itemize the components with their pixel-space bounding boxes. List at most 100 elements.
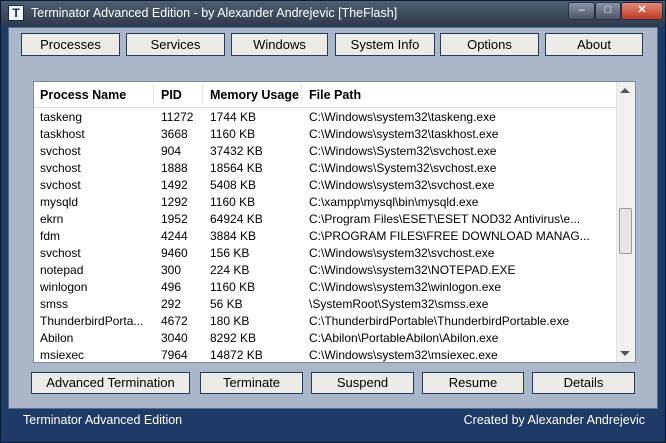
- col-header-pid[interactable]: PID: [161, 88, 182, 102]
- cell-file-path: C:\Windows\system32\svchost.exe: [309, 178, 495, 192]
- process-list[interactable]: Process Name PID Memory Usage File Path …: [33, 81, 636, 363]
- cell-memory: 1744 KB: [210, 110, 257, 124]
- cell-pid: 904: [161, 144, 182, 158]
- cell-pid: 9460: [161, 246, 188, 260]
- tab-options[interactable]: Options: [440, 33, 539, 56]
- cell-process-name: notepad: [40, 263, 84, 277]
- title-bar[interactable]: T Terminator Advanced Edition - by Alexa…: [1, 1, 665, 26]
- cell-memory: 18564 KB: [210, 161, 263, 175]
- cell-process-name: msiexec: [40, 348, 85, 362]
- table-row[interactable]: svchost 904 37432 KB C:\Windows\System32\sv…: [34, 143, 617, 160]
- table-row[interactable]: taskeng 11272 1744 KB C:\Windows\system32\t…: [34, 109, 617, 126]
- tab-processes[interactable]: Processes: [21, 33, 120, 56]
- cell-process-name: svchost: [40, 144, 81, 158]
- status-app-name: Terminator Advanced Edition: [23, 413, 183, 427]
- tab-about[interactable]: About: [545, 33, 643, 56]
- table-row[interactable]: ThunderbirdPorta... 4672 180 KB C:\Thunderb…: [34, 313, 617, 330]
- col-header-process-name[interactable]: Process Name: [40, 88, 126, 102]
- cell-file-path: C:\Windows\system32\NOTEPAD.EXE: [309, 263, 516, 277]
- cell-pid: 11272: [161, 110, 194, 124]
- cell-process-name: Abilon: [40, 331, 74, 345]
- scroll-thumb[interactable]: [619, 208, 632, 254]
- cell-memory: 64924 KB: [210, 212, 263, 226]
- cell-file-path: C:\Program Files\ESET\ESET NOD32 Antivir…: [309, 212, 581, 226]
- cell-process-name: taskeng: [40, 110, 83, 124]
- table-row[interactable]: taskhost 3668 1160 KB C:\Windows\system32\t…: [34, 126, 617, 143]
- suspend-button[interactable]: Suspend: [311, 372, 414, 394]
- cell-pid: 3040: [161, 331, 188, 345]
- col-header-file-path[interactable]: File Path: [309, 88, 361, 102]
- cell-file-path: C:\Windows\system32\winlogon.exe: [309, 280, 502, 294]
- cell-pid: 292: [161, 297, 182, 311]
- cell-pid: 1888: [161, 161, 188, 175]
- cell-pid: 3668: [161, 127, 188, 141]
- cell-memory: 14872 KB: [210, 348, 263, 362]
- table-row[interactable]: ekrn 1952 64924 KB C:\Program Files\ESET\ES…: [34, 211, 617, 228]
- cell-memory: 3884 KB: [210, 229, 257, 243]
- vertical-scrollbar[interactable]: [616, 82, 635, 362]
- minimize-button[interactable]: –: [568, 2, 595, 20]
- table-row[interactable]: svchost 9460 156 KB C:\Windows\system32\svc…: [34, 245, 617, 262]
- close-button[interactable]: ✕: [621, 2, 663, 20]
- table-row[interactable]: mysqld 1292 1160 KB C:\xampp\mysql\bin\mysq…: [34, 194, 617, 211]
- cell-memory: 1160 KB: [210, 280, 256, 294]
- table-row[interactable]: notepad 300 224 KB C:\Windows\system32\NOTE…: [34, 262, 617, 279]
- cell-process-name: ThunderbirdPorta...: [40, 314, 144, 328]
- cell-file-path: C:\Windows\system32\msiexec.exe: [309, 348, 498, 362]
- cell-process-name: svchost: [40, 246, 81, 260]
- cell-memory: 1160 KB: [210, 127, 256, 141]
- cell-file-path: C:\PROGRAM FILES\FREE DOWNLOAD MANAG...: [309, 229, 590, 243]
- table-row[interactable]: smss 292 56 KB \SystemRoot\System32\smss.ex…: [34, 296, 617, 313]
- cell-file-path: C:\xampp\mysql\bin\mysqld.exe: [309, 195, 479, 209]
- details-button[interactable]: Details: [532, 372, 635, 394]
- cell-memory: 156 KB: [210, 246, 250, 260]
- cell-file-path: C:\Abilon\PortableAbilon\Abilon.exe: [309, 331, 499, 345]
- cell-file-path: C:\ThunderbirdPortable\ThunderbirdPortab…: [309, 314, 570, 328]
- cell-pid: 1952: [161, 212, 188, 226]
- cell-file-path: C:\Windows\system32\taskhost.exe: [309, 127, 499, 141]
- cell-process-name: fdm: [40, 229, 61, 243]
- cell-process-name: svchost: [40, 178, 81, 192]
- table-row[interactable]: svchost 1888 18564 KB C:\Windows\System32\s…: [34, 160, 617, 177]
- cell-process-name: smss: [40, 297, 68, 311]
- cell-memory: 224 KB: [210, 263, 250, 277]
- app-icon: T: [8, 5, 24, 21]
- tab-windows[interactable]: Windows: [231, 33, 328, 56]
- terminate-button[interactable]: Terminate: [200, 372, 303, 394]
- cell-memory: 37432 KB: [210, 144, 263, 158]
- tab-system-info[interactable]: System Info: [335, 33, 435, 56]
- cell-pid: 4244: [161, 229, 188, 243]
- list-header: Process Name PID Memory Usage File Path: [34, 82, 617, 108]
- cell-process-name: winlogon: [40, 280, 88, 294]
- table-row[interactable]: winlogon 496 1160 KB C:\Windows\system32\wi…: [34, 279, 617, 296]
- cell-file-path: C:\Windows\system32\svchost.exe: [309, 246, 495, 260]
- cell-file-path: C:\Windows\System32\svchost.exe: [309, 144, 497, 158]
- table-row[interactable]: fdm 4244 3884 KB C:\PROGRAM FILES\FREE DOWN…: [34, 228, 617, 245]
- cell-process-name: taskhost: [40, 127, 85, 141]
- cell-memory: 8292 KB: [210, 331, 257, 345]
- cell-process-name: ekrn: [40, 212, 64, 226]
- resume-button[interactable]: Resume: [422, 372, 524, 394]
- col-header-memory-usage[interactable]: Memory Usage: [210, 88, 299, 102]
- cell-memory: 5408 KB: [210, 178, 257, 192]
- cell-memory: 180 KB: [210, 314, 250, 328]
- cell-memory: 1160 KB: [210, 195, 256, 209]
- cell-file-path: C:\Windows\System32\svchost.exe: [309, 161, 497, 175]
- maximize-button[interactable]: □: [595, 2, 621, 20]
- table-row[interactable]: msiexec 7964 14872 KB C:\Windows\system32\m…: [34, 347, 617, 362]
- cell-pid: 300: [161, 263, 182, 277]
- status-credit: Created by Alexander Andrejevic: [463, 413, 645, 427]
- cell-process-name: mysqld: [40, 195, 79, 209]
- scroll-down-icon[interactable]: [620, 351, 630, 356]
- app-window: T Terminator Advanced Edition - by Alexa…: [0, 0, 666, 443]
- table-row[interactable]: svchost 1492 5408 KB C:\Windows\system32\sv…: [34, 177, 617, 194]
- cell-pid: 4672: [161, 314, 188, 328]
- window-title: Terminator Advanced Edition - by Alexand…: [31, 6, 398, 20]
- scroll-up-icon[interactable]: [620, 88, 630, 93]
- advanced-termination-button[interactable]: Advanced Termination: [31, 372, 190, 394]
- cell-pid: 1292: [161, 195, 188, 209]
- cell-file-path: C:\Windows\system32\taskeng.exe: [309, 110, 496, 124]
- tab-services[interactable]: Services: [126, 33, 225, 56]
- table-row[interactable]: Abilon 3040 8292 KB C:\Abilon\PortableAbilo…: [34, 330, 617, 347]
- cell-memory: 56 KB: [210, 297, 243, 311]
